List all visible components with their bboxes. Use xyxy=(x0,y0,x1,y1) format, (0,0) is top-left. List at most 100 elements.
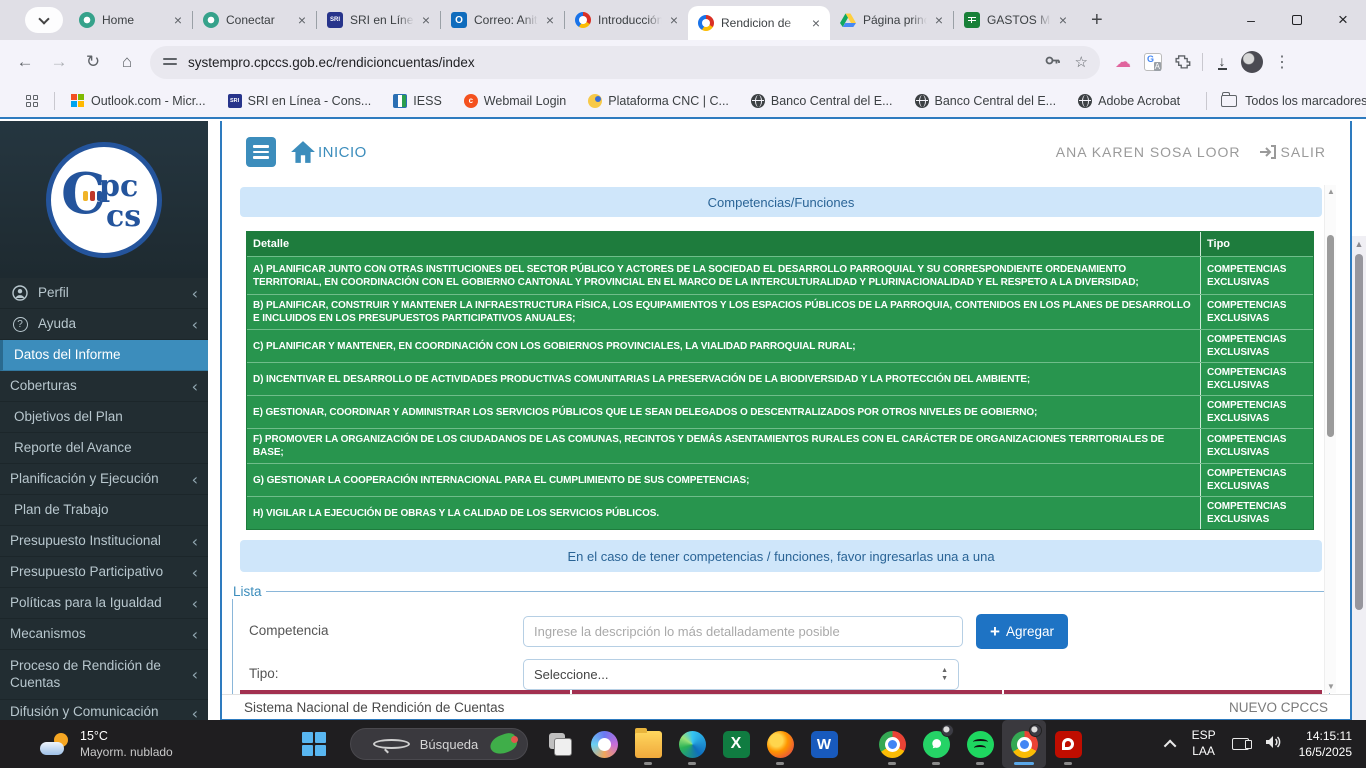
tab-close-icon[interactable]: × xyxy=(418,12,434,28)
copilot-button[interactable] xyxy=(582,720,626,768)
maximize-button[interactable] xyxy=(1274,0,1320,40)
sidebar-item-datos-del-informe[interactable]: Datos del Informe xyxy=(0,340,208,371)
url-text[interactable]: systempro.cpccs.gob.ec/rendicioncuentas/… xyxy=(188,55,1030,70)
agregar-button[interactable]: + Agregar xyxy=(976,614,1068,649)
password-key-icon[interactable] xyxy=(1044,52,1061,73)
menu-three-dots-icon[interactable]: ⋮ xyxy=(1267,52,1297,72)
word-button[interactable]: W xyxy=(802,720,846,768)
sidebar-item-reporte-del-avance[interactable]: Reporte del Avance xyxy=(0,433,208,464)
home-button[interactable]: ⌂ xyxy=(110,45,144,79)
scroll-up-icon[interactable]: ▲ xyxy=(1325,187,1337,196)
logout-button[interactable]: SALIR xyxy=(1259,144,1326,160)
tab-close-icon[interactable]: × xyxy=(294,12,310,28)
site-info-icon[interactable] xyxy=(162,54,178,70)
acrobat-button[interactable] xyxy=(1046,720,1090,768)
content-scrollbar[interactable]: ▲ ▼ xyxy=(1324,185,1336,693)
start-button[interactable] xyxy=(292,720,336,768)
scrollbar-thumb[interactable] xyxy=(1355,254,1363,610)
tab-home[interactable]: Home × xyxy=(69,0,192,40)
scroll-down-icon[interactable]: ▼ xyxy=(1325,682,1337,691)
bookmark-iess[interactable]: IESS xyxy=(393,94,442,108)
tab-introduccion[interactable]: Introducción × xyxy=(565,0,688,40)
table-row[interactable]: E) GESTIONAR, COORDINAR Y ADMINISTRAR LO… xyxy=(247,395,1313,428)
volume-icon[interactable] xyxy=(1265,734,1283,755)
new-tab-button[interactable]: + xyxy=(1091,9,1103,32)
taskbar-search[interactable]: Búsqueda xyxy=(350,728,528,760)
tab-list-chevron-button[interactable] xyxy=(25,7,63,33)
scroll-up-icon[interactable]: ▲ xyxy=(1352,239,1366,249)
tab-conectar[interactable]: Conectar × xyxy=(193,0,316,40)
page-scrollbar[interactable]: ▲ ▼ xyxy=(1352,236,1366,768)
breadcrumb-inicio[interactable]: INICIO xyxy=(290,140,367,164)
tab-close-icon[interactable]: × xyxy=(666,12,682,28)
sidebar-item-plan-de-trabajo[interactable]: Plan de Trabajo xyxy=(0,495,208,526)
sidebar-item-presupuesto-participativo[interactable]: Presupuesto Participativo ‹ xyxy=(0,557,208,588)
firefox-button[interactable] xyxy=(758,720,802,768)
tipo-select[interactable]: Seleccione... ▲▼ xyxy=(523,659,959,690)
bookmark-webmail[interactable]: cWebmail Login xyxy=(464,94,566,108)
reload-button[interactable]: ↻ xyxy=(76,45,110,79)
back-button[interactable]: ← xyxy=(8,45,42,79)
address-bar[interactable]: systempro.cpccs.gob.ec/rendicioncuentas/… xyxy=(150,46,1100,79)
sidebar-item-mecanismos[interactable]: Mecanismos ‹ xyxy=(0,619,208,650)
tab-close-icon[interactable]: × xyxy=(170,12,186,28)
bookmark-sri[interactable]: SRISRI en Línea - Cons... xyxy=(228,94,372,108)
table-row[interactable]: A) PLANIFICAR JUNTO CON OTRAS INSTITUCIO… xyxy=(247,256,1313,294)
chrome-button[interactable] xyxy=(870,720,914,768)
downloads-icon[interactable]: ↓ xyxy=(1207,55,1237,70)
minimize-button[interactable]: – xyxy=(1228,0,1274,40)
tab-pagina-principal[interactable]: Página princi × xyxy=(830,0,953,40)
chrome-active-button[interactable] xyxy=(1002,720,1046,768)
weather-extension-icon[interactable]: ☁ xyxy=(1108,52,1138,72)
sidebar-item-ayuda[interactable]: ? Ayuda ‹ xyxy=(0,309,208,340)
sidebar-item-difusion-comunicacion[interactable]: Difusión y Comunicación ‹ xyxy=(0,700,208,721)
apps-grid-icon[interactable] xyxy=(26,95,38,107)
tab-close-icon[interactable]: × xyxy=(542,12,558,28)
bookmark-outlook[interactable]: Outlook.com - Micr... xyxy=(71,94,206,108)
bookmark-adobe[interactable]: Adobe Acrobat xyxy=(1078,94,1180,108)
table-row[interactable]: F) PROMOVER LA ORGANIZACIÓN DE LOS CIUDA… xyxy=(247,428,1313,463)
profile-avatar[interactable] xyxy=(1237,51,1267,73)
sidebar-item-perfil[interactable]: Perfil ‹ xyxy=(0,278,208,309)
file-explorer-button[interactable] xyxy=(626,720,670,768)
table-row[interactable]: G) GESTIONAR LA COOPERACIÓN INTERNACIONA… xyxy=(247,463,1313,496)
all-bookmarks-button[interactable]: Todos los marcadores xyxy=(1221,94,1366,108)
sidebar-item-coberturas[interactable]: Coberturas ‹ xyxy=(0,371,208,402)
table-row[interactable]: H) VIGILAR LA EJECUCIÓN DE OBRAS Y LA CA… xyxy=(247,496,1313,529)
table-row[interactable]: B) PLANIFICAR, CONSTRUIR Y MANTENER LA I… xyxy=(247,294,1313,329)
scrollbar-thumb[interactable] xyxy=(1327,235,1334,437)
tab-rendicion-active[interactable]: Rendicion de × xyxy=(688,6,830,40)
excel-button[interactable]: X xyxy=(714,720,758,768)
sidebar-item-proceso-rendicion-cuentas[interactable]: Proceso de Rendición de Cuentas ‹ xyxy=(0,650,208,700)
bookmark-cnc[interactable]: Plataforma CNC | C... xyxy=(588,94,729,108)
tab-close-icon[interactable]: × xyxy=(808,15,824,31)
clock[interactable]: 14:15:11 16/5/2025 xyxy=(1299,728,1352,760)
sidebar-item-objetivos-del-plan[interactable]: Objetivos del Plan xyxy=(0,402,208,433)
weather-widget[interactable]: 15°C Mayorm. nublado xyxy=(40,729,173,759)
forward-button[interactable]: → xyxy=(42,45,76,79)
bookmark-star-icon[interactable]: ☆ xyxy=(1075,53,1088,71)
tab-close-icon[interactable]: × xyxy=(1055,12,1071,28)
bookmark-banco-central-1[interactable]: Banco Central del E... xyxy=(751,94,893,108)
edge-button[interactable] xyxy=(670,720,714,768)
translate-icon[interactable] xyxy=(1138,53,1168,71)
spotify-button[interactable] xyxy=(958,720,1002,768)
language-indicator[interactable]: ESP LAA xyxy=(1192,728,1216,759)
task-view-button[interactable] xyxy=(538,720,582,768)
tray-chevron-up-icon[interactable] xyxy=(1163,739,1176,752)
extensions-puzzle-icon[interactable] xyxy=(1168,53,1198,71)
tab-sri[interactable]: SRI SRI en Línea × xyxy=(317,0,440,40)
close-window-button[interactable]: × xyxy=(1320,0,1366,40)
bookmark-banco-central-2[interactable]: Banco Central del E... xyxy=(915,94,1057,108)
competencia-input[interactable] xyxy=(523,616,963,647)
sidebar-item-planificacion-y-ejecucion[interactable]: Planificación y Ejecución ‹ xyxy=(0,464,208,495)
tab-close-icon[interactable]: × xyxy=(931,12,947,28)
table-row[interactable]: C) PLANIFICAR Y MANTENER, EN COORDINACIÓ… xyxy=(247,329,1313,362)
sidebar-item-politicas-para-la-igualdad[interactable]: Políticas para la Igualdad ‹ xyxy=(0,588,208,619)
sidebar-item-presupuesto-institucional[interactable]: Presupuesto Institucional ‹ xyxy=(0,526,208,557)
tab-correo[interactable]: O Correo: Anita × xyxy=(441,0,564,40)
table-row[interactable]: D) INCENTIVAR EL DESARROLLO DE ACTIVIDAD… xyxy=(247,362,1313,395)
hamburger-menu-button[interactable] xyxy=(246,137,276,167)
tab-gastos[interactable]: GASTOS ME × xyxy=(954,0,1077,40)
whatsapp-button[interactable] xyxy=(914,720,958,768)
